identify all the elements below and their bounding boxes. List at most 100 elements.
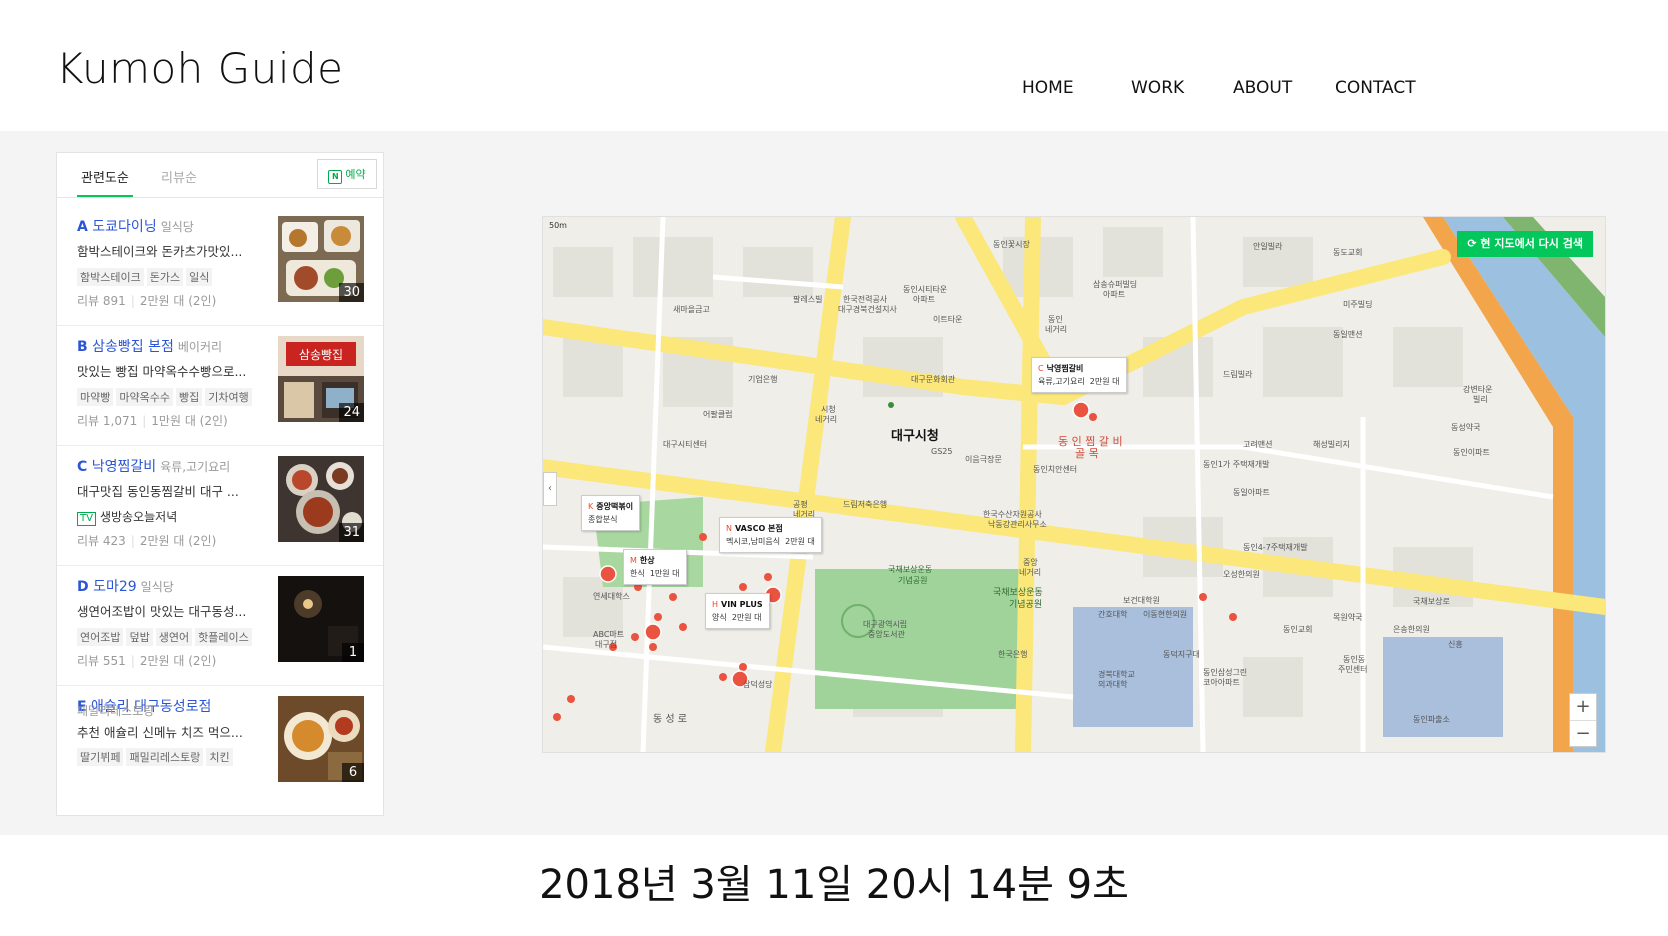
place-tag[interactable]: 핫플레이스 [195,628,252,646]
svg-text:대구경북건설지사: 대구경북건설지사 [838,304,898,314]
place-tags: 연어조밥 덮밥 생연어 핫플레이스 [77,626,255,646]
svg-text:네거리: 네거리 [1045,325,1067,334]
place-tag[interactable]: 덮밥 [126,628,153,646]
map-bubble-m[interactable]: M 한상 한식 1만원 대 [623,549,687,585]
place-tag[interactable]: 빵집 [175,388,203,406]
map-bubble-k[interactable]: K 중앙떡볶이 종합분식 [581,495,641,531]
place-title[interactable]: C 낙영찜갈비 육류,고기요리 [77,456,230,476]
svg-text:간호대학: 간호대학 [1098,609,1128,619]
reserve-filter-button[interactable]: N 예약 [317,159,377,189]
nav-contact-link[interactable]: CONTACT [1335,78,1416,98]
place-thumbnail[interactable]: 1 [278,576,364,662]
place-tags: TV 생방송오늘저녁 [77,506,177,526]
svg-text:동 성 로: 동 성 로 [653,713,687,725]
zoom-in-button[interactable]: + [1570,694,1596,720]
list-item[interactable]: D 도마29 일식당 생연어조밥이 맛있는 대구동성... 연어조밥 덮밥 생연어 핫플… [57,558,383,686]
place-tag[interactable]: 함박스테이크 [77,268,144,286]
list-item[interactable]: A 도쿄다이닝 일식당 함박스테이크와 돈카츠가맛있... 함박스테이크 돈가스 일식… [57,198,383,326]
place-tag[interactable]: 돈가스 [146,268,184,286]
svg-text:동인시티타운: 동인시티타운 [903,284,947,294]
place-letter: C [77,459,88,475]
place-tag[interactable]: 마약빵 [77,388,114,406]
bubble-name: 한상 [639,556,655,565]
zoom-out-button[interactable]: − [1570,720,1596,747]
list-item[interactable]: B 삼송빵집 본점 베이커리 맛있는 빵집 마약옥수수빵으로... 마약빵 마약옥수… [57,318,383,446]
svg-text:새마을금고: 새마을금고 [673,305,710,314]
bubble-price: 2만원 대 [1089,377,1120,386]
svg-text:동인4-7주택재개발: 동인4-7주택재개발 [1243,542,1308,552]
svg-text:낙동강관리사무소: 낙동강관리사무소 [988,519,1047,529]
svg-text:대구시티센터: 대구시티센터 [663,439,707,449]
price-range: 2만원 대 (2인) [139,654,217,668]
site-logo[interactable]: Kumoh Guide [56,44,343,93]
svg-text:이음극장문: 이음극장문 [965,454,1002,464]
svg-text:어팔클럽: 어팔클럽 [703,409,732,419]
photo-count: 24 [339,403,364,422]
tab-reviews[interactable]: 리뷰순 [161,167,197,186]
place-tag[interactable]: 패밀리레스토랑 [126,748,204,766]
price-range: 2만원 대 (2인) [139,294,217,308]
list-item[interactable]: C 낙영찜갈비 육류,고기요리 대구맛집 동인동찜갈비 대구 ... TV 생방송오… [57,438,383,566]
svg-text:한국은행: 한국은행 [998,649,1027,659]
place-tag[interactable]: 생연어 [155,628,193,646]
place-title[interactable]: B 삼송빵집 본점 베이커리 [77,336,222,356]
nav-work-link[interactable]: WORK [1131,78,1184,98]
zoom-control: + − [1569,693,1597,747]
nav-about-link[interactable]: ABOUT [1233,78,1292,98]
svg-text:동인동: 동인동 [1343,654,1365,664]
place-tag[interactable]: 연어조밥 [77,628,124,646]
svg-text:연세대학스: 연세대학스 [593,591,630,601]
svg-text:대구문화회관: 대구문화회관 [911,374,956,384]
svg-text:한국수산자원공사: 한국수산자원공사 [983,509,1043,519]
map-bubble-c[interactable]: C 낙영찜갈비 육류,고기요리 2만원 대 [1031,357,1127,393]
map-bubble-h[interactable]: H VIN PLUS 양식 2만원 대 [705,593,770,629]
bubble-letter: N [726,524,732,533]
tab-relevance[interactable]: 관련도순 [77,167,133,197]
bubble-sub: 한식 [630,569,645,578]
svg-text:중앙도서관: 중앙도서관 [868,629,905,639]
place-title[interactable]: A 도쿄다이닝 일식당 [77,216,194,236]
svg-text:중앙: 중앙 [1023,557,1038,567]
research-map-button[interactable]: ⟳ 현 지도에서 다시 검색 [1457,231,1593,257]
svg-text:동인삼성그린: 동인삼성그린 [1203,667,1247,677]
place-name: 낙영찜갈비 [91,459,157,475]
list-item[interactable]: E 애슐리 대구동성로점 패밀리레스토랑 추천 애슐리 신메뉴 치즈 먹으...… [57,678,383,805]
list-scrollbar[interactable] [383,195,384,815]
place-tag[interactable]: 딸기뷔페 [77,748,124,766]
svg-text:대구점: 대구점 [595,639,617,649]
collapse-panel-icon[interactable]: ‹ [543,472,557,506]
place-description: 생연어조밥이 맛있는 대구동성... [77,604,247,619]
place-tag[interactable]: 마약옥수수 [116,388,173,406]
place-thumbnail[interactable]: 30 [278,216,364,302]
place-category: 육류,고기요리 [160,460,231,474]
place-letter: A [77,219,88,235]
place-title[interactable]: D 도마29 일식당 [77,576,174,596]
place-letter: B [77,339,88,355]
review-count: 리뷰 423 [77,534,126,548]
map-view[interactable]: 동인꽃시장 안일빌라 동도교회 삼송슈퍼빌딩 아파트 미주빌딩 동일맨션 GS25 기업은행… [542,216,1606,753]
map-bubble-n[interactable]: N VASCO 본점 멕시코,남미음식 2만원 대 [719,517,822,553]
place-tag[interactable]: 기차여행 [205,388,252,406]
bubble-price: 1만원 대 [649,569,680,578]
bubble-name: VASCO 본점 [734,524,783,533]
place-category: 베이커리 [177,340,223,354]
bubble-price: 2만원 대 [785,537,815,546]
place-meta: 리뷰 891 | 2만원 대 (2인) [77,294,217,308]
place-tag[interactable]: 치킨 [206,748,233,766]
place-meta: 리뷰 423 | 2만원 대 (2인) [77,534,217,548]
place-tag[interactable]: 일식 [186,268,213,286]
tv-badge: TV [77,512,96,526]
photo-count: 1 [342,643,364,662]
city-hall-label: 대구시청 [891,429,939,444]
place-letter: D [77,579,89,595]
place-thumbnail[interactable]: 삼송빵집 24 [278,336,364,422]
place-tags: 마약빵 마약옥수수 빵집 기차여행 [77,386,255,406]
place-thumbnail[interactable]: 6 [278,696,364,782]
place-thumbnail[interactable]: 31 [278,456,364,542]
tv-program[interactable]: 생방송오늘저녁 [100,510,177,524]
nav-home-link[interactable]: HOME [1022,78,1074,98]
place-meta: 리뷰 551 | 2만원 대 (2인) [77,654,217,668]
svg-text:동인이파트: 동인이파트 [1453,447,1490,457]
svg-text:삼덕성당: 삼덕성당 [743,679,773,689]
svg-text:아파트: 아파트 [1103,289,1125,299]
